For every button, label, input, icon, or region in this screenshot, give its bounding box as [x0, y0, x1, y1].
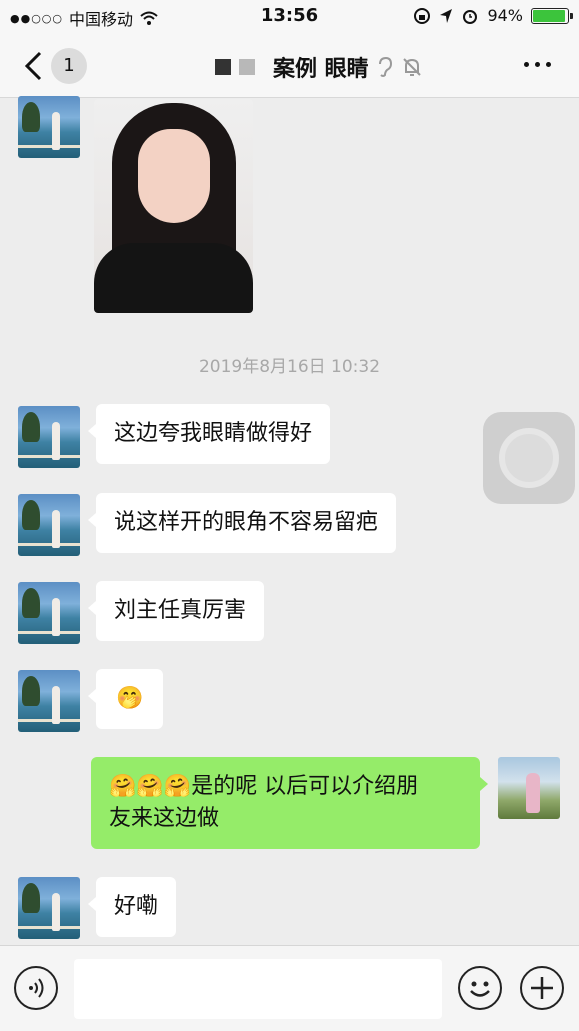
voice-icon[interactable] [14, 966, 58, 1010]
emoji-icon[interactable] [458, 966, 502, 1010]
photo-message[interactable] [94, 99, 253, 313]
message-bubble[interactable]: 说这样开的眼角不容易留疤 [87, 493, 397, 553]
redacted-block [239, 59, 255, 75]
message-bubble[interactable]: 这边夸我眼睛做得好 [87, 404, 331, 464]
status-right: 94% [413, 6, 573, 25]
chat-title-group: 案例 眼睛 [215, 50, 423, 84]
rotation-lock-icon [414, 7, 431, 24]
status-bar: ●●○○○ 中国移动 13:56 94% [0, 0, 579, 34]
mute-bell-icon [402, 58, 421, 76]
back-arrow-icon[interactable] [22, 50, 46, 82]
location-icon [440, 8, 453, 23]
battery-percent: 94% [487, 6, 523, 25]
message-input[interactable] [74, 959, 442, 1019]
alarm-icon [463, 9, 478, 24]
message-timestamp: 2019年8月16日 10:32 [198, 357, 381, 377]
contact-avatar[interactable] [18, 670, 80, 732]
message-text: 友来这边做 [109, 806, 220, 831]
contact-avatar[interactable] [18, 96, 80, 158]
emoji: 🤗🤗🤗 [109, 774, 192, 799]
chat-title: 案例 眼睛 [273, 57, 369, 82]
assistive-touch-button[interactable] [483, 412, 575, 504]
battery-level [533, 9, 565, 22]
plus-icon[interactable] [520, 966, 564, 1010]
my-avatar[interactable] [498, 757, 560, 819]
emoji: 🤭 [116, 686, 144, 711]
contact-avatar[interactable] [18, 406, 80, 468]
unread-count-badge[interactable]: 1 [51, 48, 87, 84]
more-icon[interactable] [524, 62, 551, 67]
battery-icon [531, 7, 573, 24]
redacted-block [215, 59, 231, 75]
ear-icon [378, 56, 392, 77]
chat-header: 1 案例 眼睛 [0, 34, 579, 98]
message-text: 是的呢 以后可以介绍朋 [191, 774, 419, 799]
input-bar [0, 945, 579, 1031]
my-message-bubble[interactable]: 🤗🤗🤗是的呢 以后可以介绍朋 友来这边做 [91, 757, 488, 849]
contact-avatar[interactable] [18, 877, 80, 939]
contact-avatar[interactable] [18, 582, 80, 644]
message-bubble[interactable]: 刘主任真厉害 [87, 581, 265, 641]
contact-avatar[interactable] [18, 494, 80, 556]
message-bubble[interactable]: 好嘞 [87, 877, 177, 937]
message-bubble[interactable]: 🤭 [87, 669, 164, 729]
